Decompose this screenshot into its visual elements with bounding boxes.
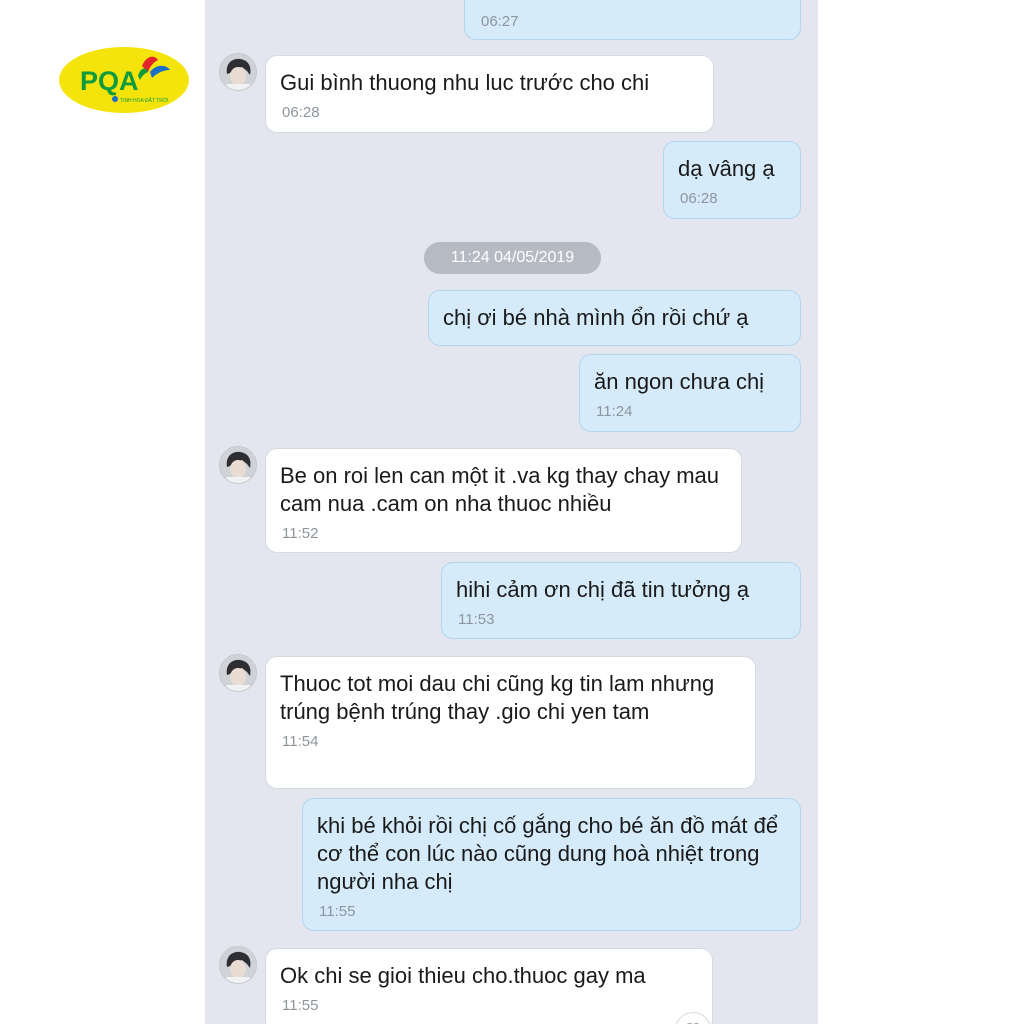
message-bubble-incoming[interactable]: Gui bình thuong nhu luc trước cho chi 06…: [265, 55, 714, 133]
message-bubble-outgoing[interactable]: dạ vâng ạ 06:28: [663, 141, 801, 219]
chat-thread[interactable]: 06:27 Gui bình thuong nhu luc trước cho …: [205, 0, 818, 1024]
message-bubble-incoming[interactable]: Be on roi len can một it .va kg thay cha…: [265, 448, 742, 553]
message-time: 11:55: [282, 997, 319, 1014]
date-divider: 11:24 04/05/2019: [424, 242, 601, 274]
message-time: 06:27: [481, 13, 519, 30]
message-text: chị ơi bé nhà mình ổn rồi chứ ạ: [443, 305, 749, 330]
contact-avatar[interactable]: [219, 446, 257, 484]
message-time: 11:54: [282, 733, 319, 750]
contact-avatar[interactable]: [219, 53, 257, 91]
reaction-button[interactable]: [675, 1012, 711, 1024]
message-text: Gui bình thuong nhu luc trước cho chi: [280, 70, 650, 95]
message-bubble-incoming[interactable]: Ok chi se gioi thieu cho.thuoc gay ma 11…: [265, 948, 713, 1024]
message-time: 11:53: [458, 611, 495, 628]
message-bubble-outgoing[interactable]: chị ơi bé nhà mình ổn rồi chứ ạ: [428, 290, 801, 346]
heart-icon: [686, 1023, 700, 1024]
message-bubble-incoming[interactable]: Thuoc tot moi dau chi cũng kg tin lam nh…: [265, 656, 756, 789]
message-bubble-outgoing[interactable]: hihi cảm ơn chị đã tin tưởng ạ 11:53: [441, 562, 801, 639]
contact-avatar[interactable]: [219, 654, 257, 692]
message-text: ăn ngon chưa chị: [594, 369, 765, 394]
message-text: Ok chi se gioi thieu cho.thuoc gay ma: [280, 963, 646, 988]
contact-avatar[interactable]: [219, 946, 257, 984]
message-text: Be on roi len can một it .va kg thay cha…: [280, 463, 720, 516]
message-bubble-outgoing[interactable]: 06:27: [464, 0, 801, 40]
message-text: dạ vâng ạ: [678, 156, 775, 181]
message-bubble-outgoing[interactable]: ăn ngon chưa chị 11:24: [579, 354, 801, 432]
message-bubble-outgoing[interactable]: khi bé khỏi rồi chị cố gắng cho bé ăn đồ…: [302, 798, 801, 931]
message-time: 06:28: [680, 190, 718, 207]
message-time: 11:24: [596, 403, 633, 420]
message-text: Thuoc tot moi dau chi cũng kg tin lam nh…: [280, 671, 715, 724]
message-time: 11:55: [319, 903, 356, 920]
logo-tagline: TINH HOA ĐẤT TRỜI: [120, 97, 169, 104]
svg-text:PQA: PQA: [80, 66, 139, 96]
message-time: 06:28: [282, 104, 320, 121]
message-text: khi bé khỏi rồi chị cố gắng cho bé ăn đồ…: [317, 813, 779, 894]
brand-logo: PQA TINH HOA ĐẤT TRỜI: [58, 46, 190, 114]
message-text: hihi cảm ơn chị đã tin tưởng ạ: [456, 577, 750, 602]
message-time: 11:52: [282, 525, 319, 542]
